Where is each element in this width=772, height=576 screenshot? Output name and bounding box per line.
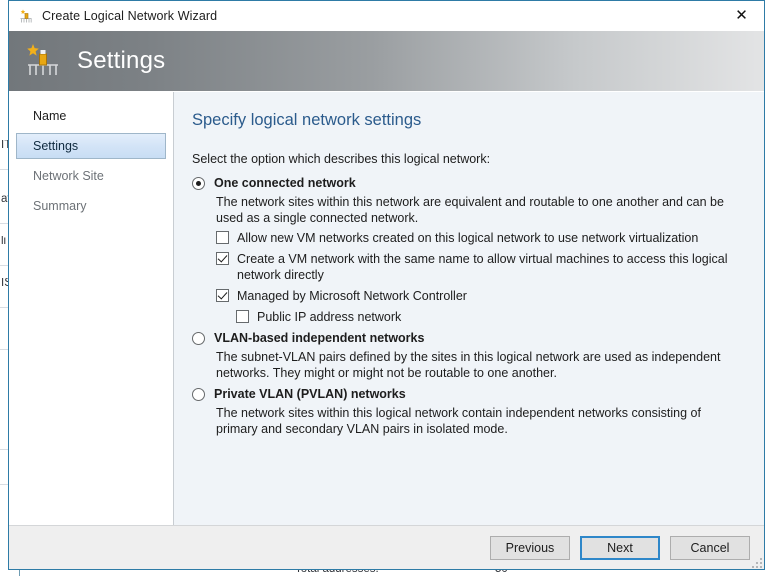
radio-label: One connected network [214, 176, 356, 190]
checkbox-row-create-vm-network[interactable]: Create a VM network with the same name t… [216, 251, 742, 283]
checkbox-row-public-ip-address-network[interactable]: Public IP address network [236, 309, 742, 325]
option-group-private-vlan-networks: Private VLAN (PVLAN) networks The networ… [192, 387, 742, 437]
sidebar-item-name[interactable]: Name [16, 103, 166, 129]
radio-row-vlan-based-independent-networks[interactable]: VLAN-based independent networks [192, 331, 742, 346]
sidebar-item-label: Settings [33, 139, 79, 153]
checkbox-row-network-virtualization[interactable]: Allow new VM networks created on this lo… [216, 230, 742, 246]
page-title: Specify logical network settings [192, 111, 422, 129]
logical-network-icon [23, 43, 63, 79]
create-logical-network-wizard-dialog: Create Logical Network Wizard ✕ Settings [8, 0, 765, 570]
radio-row-private-vlan-networks[interactable]: Private VLAN (PVLAN) networks [192, 387, 742, 402]
checkbox-label: Managed by Microsoft Network Controller [237, 289, 467, 303]
sidebar-item-settings[interactable]: Settings [16, 133, 166, 159]
window-title: Create Logical Network Wizard [42, 9, 218, 23]
option-group-vlan-based-independent-networks: VLAN-based independent networks The subn… [192, 331, 742, 381]
checkbox-public-ip-address-network[interactable] [236, 310, 249, 323]
checkbox-create-vm-network[interactable] [216, 252, 229, 265]
sidebar-item-label: Name [33, 109, 67, 123]
sidebar-item-label: Network Site [33, 169, 104, 183]
checkbox-managed-by-network-controller[interactable] [216, 289, 229, 302]
previous-button[interactable]: Previous [490, 535, 570, 560]
radio-private-vlan-networks[interactable] [192, 388, 205, 401]
wizard-steps-sidebar: Name Settings Network Site Summary [9, 92, 174, 525]
radio-label: VLAN-based independent networks [214, 331, 425, 345]
next-button[interactable]: Next [580, 535, 660, 560]
checkbox-row-managed-by-network-controller[interactable]: Managed by Microsoft Network Controller [216, 288, 742, 304]
radio-one-connected-network[interactable] [192, 177, 205, 190]
option-description: The network sites within this network ar… [216, 195, 724, 225]
cancel-button[interactable]: Cancel [670, 535, 750, 560]
option-group-one-connected-network: One connected network The network sites … [192, 176, 742, 325]
settings-content-pane: Specify logical network settings Select … [174, 92, 764, 525]
resize-grip-icon[interactable] [749, 555, 762, 568]
radio-label: Private VLAN (PVLAN) networks [214, 387, 406, 401]
checkbox-network-virtualization[interactable] [216, 231, 229, 244]
checkbox-label: Allow new VM networks created on this lo… [237, 231, 699, 245]
close-icon[interactable]: ✕ [719, 1, 764, 30]
radio-vlan-based-independent-networks[interactable] [192, 332, 205, 345]
checkbox-label: Public IP address network [257, 310, 402, 324]
sidebar-item-network-site[interactable]: Network Site [16, 163, 166, 189]
wizard-banner: Settings [9, 31, 764, 91]
checkbox-label: Create a VM network with the same name t… [237, 252, 728, 282]
dialog-footer: Previous Next Cancel [9, 525, 764, 569]
logical-network-icon [18, 8, 34, 24]
title-bar[interactable]: Create Logical Network Wizard ✕ [9, 1, 764, 31]
sidebar-item-label: Summary [33, 199, 87, 213]
radio-row-one-connected-network[interactable]: One connected network [192, 176, 742, 191]
sidebar-item-summary[interactable]: Summary [16, 193, 166, 219]
option-description: The network sites within this logical ne… [216, 406, 701, 436]
dialog-body: Name Settings Network Site Summary Speci… [9, 91, 764, 525]
instruction-text: Select the option which describes this l… [192, 152, 491, 166]
option-description: The subnet-VLAN pairs defined by the sit… [216, 350, 721, 380]
banner-title: Settings [77, 47, 166, 74]
